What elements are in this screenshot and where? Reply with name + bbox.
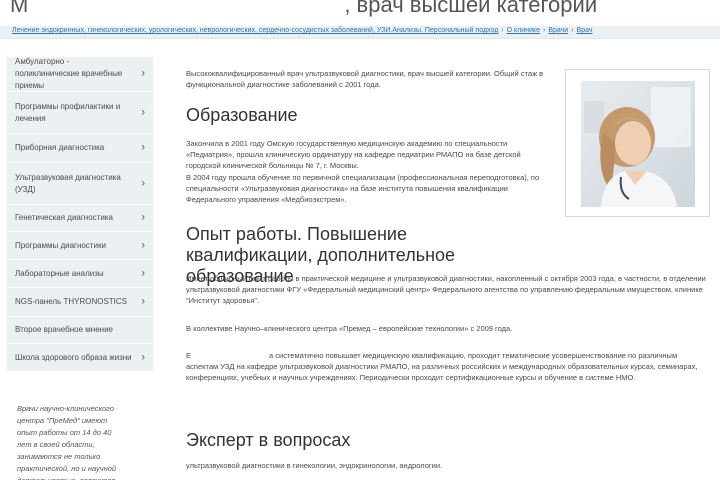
chevron-right-icon: ›: [141, 211, 145, 224]
sidebar-item-lab-tests[interactable]: Лабораторные анализы ›: [7, 260, 153, 288]
sidebar-item-ngs-panel[interactable]: NGS-панель THYRONOSTICS ›: [7, 288, 153, 317]
chevron-right-icon: ›: [141, 67, 145, 80]
sidebar-item-label: Лабораторные анализы: [15, 268, 104, 278]
sidebar-item-label: NGS-панель THYRONOSTICS: [15, 297, 127, 306]
sidebar-item-label: Амбулаторно - поликлинические врачебные …: [15, 57, 123, 90]
education-text: Закончила в 2001 году Омскую государстве…: [186, 139, 521, 170]
qualification-prefix: Е: [186, 351, 192, 360]
chevron-right-icon: ›: [141, 295, 145, 308]
sidebar-item-label: Школа здорового образа жизни: [15, 352, 132, 362]
collective-text: В коллективе Научно–клинического центра …: [186, 324, 513, 333]
breadcrumb-home-link[interactable]: Лечение эндокринных, гинекологических, у…: [12, 27, 498, 34]
sidebar-item-prevention[interactable]: Программы профилактики и лечения ›: [7, 92, 153, 134]
breadcrumb-separator: ›: [501, 27, 504, 34]
breadcrumb: Лечение эндокринных, гинекологических, у…: [12, 27, 592, 34]
sidebar-item-label: Второе врачебное мнение: [15, 325, 113, 334]
chevron-right-icon: ›: [141, 351, 145, 363]
breadcrumb-bar: Лечение эндокринных, гинекологических, у…: [0, 26, 720, 39]
page-title-prefix: М: [10, 0, 29, 17]
sidebar-item-healthy-school[interactable]: Школа здорового образа жизни ›: [7, 344, 153, 372]
page-title: М , врач высшей категории: [10, 0, 597, 18]
education-text-2: В 2004 году прошла обучение по первичной…: [186, 173, 540, 204]
chevron-right-icon: ›: [141, 141, 145, 154]
breadcrumb-about-link[interactable]: О клинике: [507, 27, 540, 34]
chevron-right-icon: ›: [141, 106, 145, 118]
qualification-body: а систематично повышает медицинскую квал…: [186, 351, 698, 382]
expert-heading: Эксперт в вопросах: [186, 430, 351, 450]
doctor-photo: [565, 69, 710, 217]
chevron-right-icon: ›: [141, 267, 145, 279]
sidebar-note: Врачи научно-клинического центра "ПреМед…: [17, 404, 117, 480]
sidebar-item-instrumental[interactable]: Приборная диагностика ›: [7, 134, 153, 163]
sidebar-item-diagnostic-programs[interactable]: Программы диагностики ›: [7, 232, 153, 260]
sidebar-item-ultrasound[interactable]: Ультразвуковая диагностика (УЗД) ›: [7, 163, 153, 205]
chevron-right-icon: ›: [141, 239, 145, 251]
chevron-right-icon: ›: [141, 177, 145, 189]
doctor-portrait-image: [581, 81, 695, 207]
breadcrumb-separator: ›: [542, 27, 546, 34]
sidebar-item-genetic[interactable]: Генетическая диагностика ›: [7, 205, 153, 232]
sidebar-item-second-opinion[interactable]: Второе врачебное мнение: [7, 317, 153, 344]
page-header: М , врач высшей категории: [0, 0, 720, 26]
experience-text: Имеет обширный опыт работы в практическо…: [186, 274, 706, 305]
sidebar-item-label: Генетическая диагностика: [15, 213, 113, 222]
sidebar-item-label: Приборная диагностика: [15, 143, 105, 152]
page-title-suffix: , врач высшей категории: [344, 0, 598, 17]
sidebar-item-label: Ультразвуковая диагностика (УЗД): [15, 172, 121, 194]
sidebar-item-label: Программы диагностики: [15, 240, 106, 250]
education-heading: Образование: [186, 105, 298, 125]
sidebar-item-label: Программы профилактики и лечения: [15, 101, 121, 123]
sidebar-item-outpatient[interactable]: Амбулаторно - поликлинические врачебные …: [7, 57, 153, 92]
breadcrumb-current[interactable]: Врач: [577, 27, 593, 34]
intro-text: Высококвалифицированный врач ультразвуко…: [186, 69, 544, 89]
qualification-text: Еа систематично повышает медицинскую ква…: [186, 350, 708, 383]
breadcrumb-separator: ›: [571, 27, 574, 34]
sidebar-menu: Амбулаторно - поликлинические врачебные …: [7, 57, 153, 372]
expert-text: ультразвуковой диагностики в гинекологии…: [186, 461, 443, 470]
breadcrumb-doctors-link[interactable]: Врачи: [548, 27, 568, 34]
